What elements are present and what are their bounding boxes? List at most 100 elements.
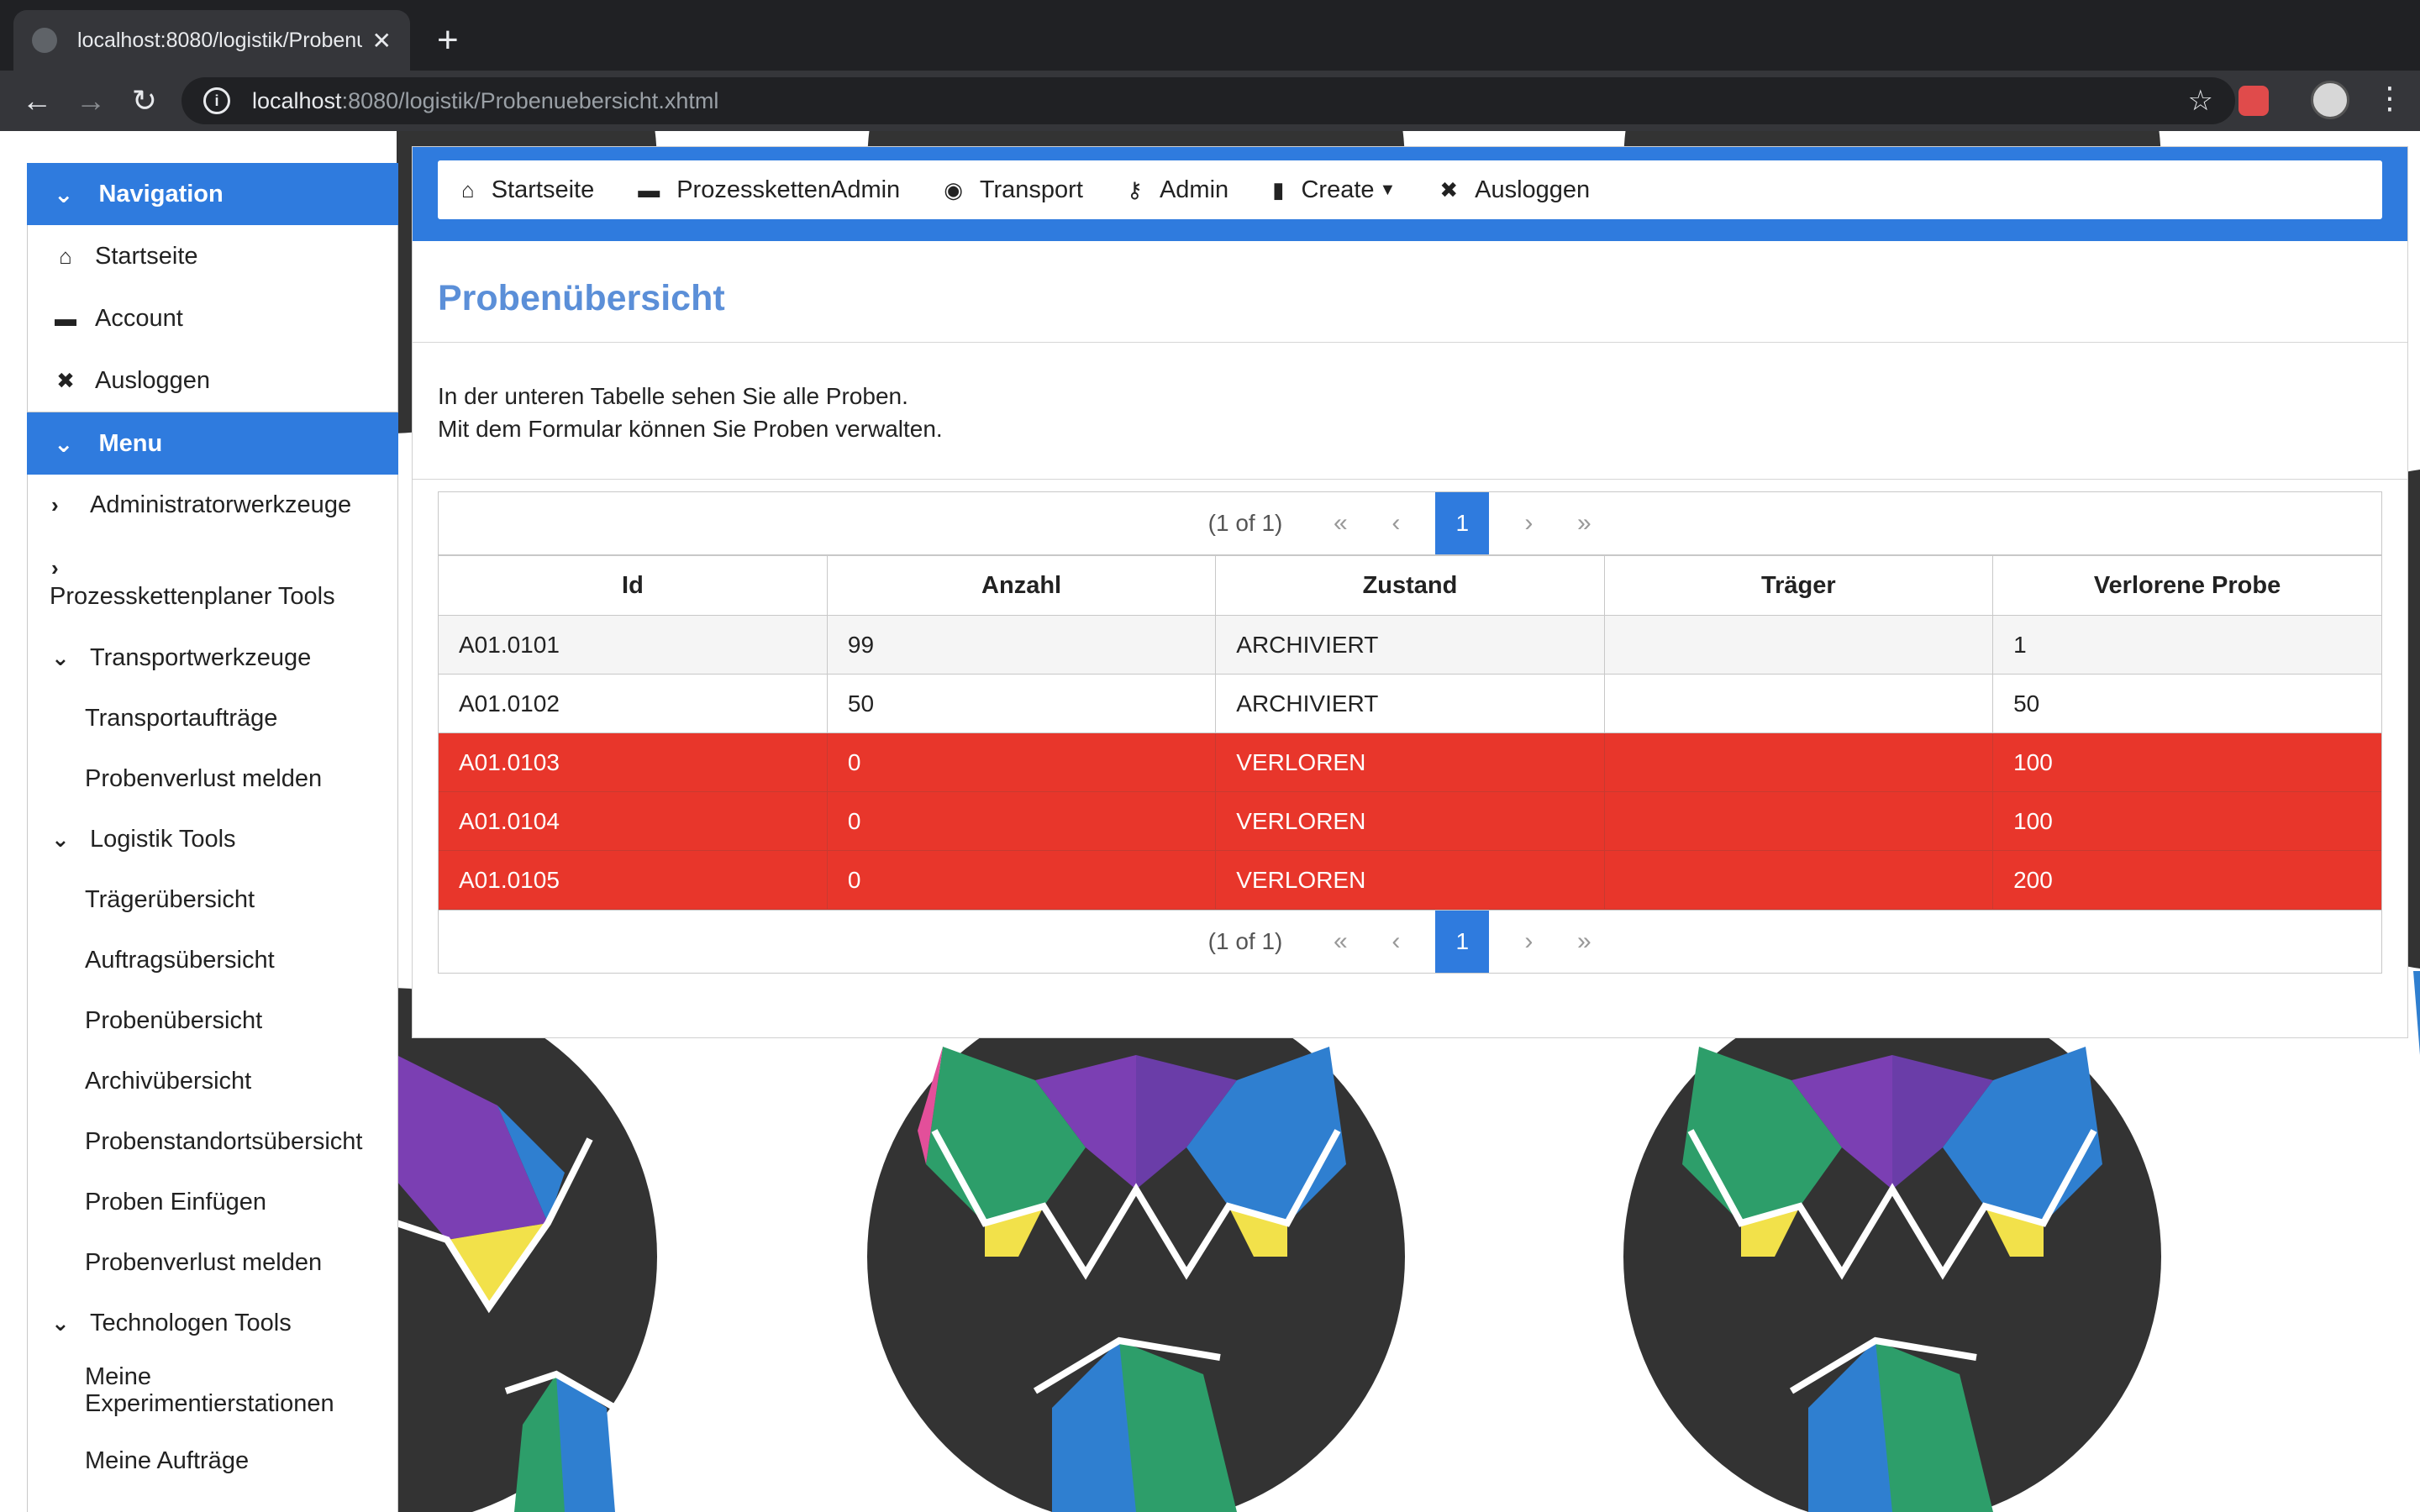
menu-item-proben-einfuegen[interactable]: Proben Einfügen (28, 1172, 397, 1232)
cell-anzahl: 50 (826, 674, 1217, 733)
table-row[interactable]: A01.0105 0 VERLOREN 200 (439, 850, 2381, 910)
topnav-prozesskettenadmin[interactable]: ▬ ProzesskettenAdmin (638, 176, 900, 204)
menu-item-auftragsuebersicht[interactable]: Auftragsübersicht (28, 930, 397, 990)
key-icon: ⚷ (1126, 176, 1143, 202)
previous-page-icon[interactable]: ‹ (1368, 927, 1423, 956)
topnav-label: Create (1301, 176, 1375, 203)
sidebar-item-label: Account (95, 304, 183, 332)
menu-item-traegeruebersicht[interactable]: Trägerübersicht (28, 869, 397, 930)
topnav-ausloggen[interactable]: ✖ Ausloggen (1439, 176, 1590, 204)
sidebar-item-label: Ausloggen (95, 366, 211, 394)
browser-tabbar: localhost:8080/logistik/Probenuebersicht… (0, 0, 2420, 71)
profile-avatar[interactable] (2311, 81, 2349, 119)
topnav-label: Ausloggen (1475, 176, 1591, 203)
topnav-transport[interactable]: ◉ Transport (944, 176, 1083, 204)
cell-verlorene-probe: 200 (1992, 850, 2381, 910)
table-row[interactable]: A01.0102 50 ARCHIVIERT 50 (439, 674, 2381, 733)
column-header-id[interactable]: Id (439, 555, 828, 616)
table-row[interactable]: A01.0104 0 VERLOREN 100 (439, 791, 2381, 851)
menu-item-meine-experimentierstationen[interactable]: Meine Experimentierstationen (28, 1353, 337, 1431)
briefcase-icon: ▬ (55, 305, 76, 331)
menu-item-transportauftraege[interactable]: Transportaufträge (28, 688, 397, 748)
home-icon: ⌂ (59, 243, 72, 269)
first-page-icon[interactable]: « (1313, 509, 1368, 538)
menu-group-prozess-tools[interactable]: › Prozesskettenplaner Tools (28, 535, 397, 627)
chevron-right-icon: › (51, 555, 59, 580)
table-header-row: Id Anzahl Zustand Träger Verlorene Probe (439, 555, 2381, 616)
browser-tab[interactable]: localhost:8080/logistik/Probenuebersicht… (13, 10, 410, 71)
file-icon: ▮ (1272, 176, 1285, 202)
sidebar-item-account[interactable]: ▬ Account (28, 287, 397, 349)
menu-list: › Administratorwerkzeuge › Prozessketten… (27, 475, 398, 1512)
navigation-panel-header[interactable]: ⌄ Navigation (27, 163, 398, 225)
next-page-icon[interactable]: › (1501, 927, 1556, 956)
menu-item-probenstandortsuebersicht[interactable]: Probenstandortsübersicht (28, 1111, 397, 1172)
home-icon: ⌂ (461, 176, 475, 202)
close-tab-icon[interactable]: ✕ (372, 27, 392, 55)
bookmark-star-icon[interactable]: ☆ (2188, 84, 2213, 118)
tab-title: localhost:8080/logistik/Probenuebersicht… (77, 28, 362, 52)
last-page-icon[interactable]: » (1556, 509, 1612, 538)
info-icon[interactable]: i (203, 87, 230, 114)
topnav-label: Admin (1159, 176, 1229, 203)
cell-id: A01.0105 (439, 850, 828, 910)
column-header-verlorene-probe[interactable]: Verlorene Probe (1992, 555, 2381, 616)
last-page-icon[interactable]: » (1556, 927, 1612, 956)
menu-item-probenverlust-melden[interactable]: Probenverlust melden (28, 1232, 397, 1293)
first-page-icon[interactable]: « (1313, 927, 1368, 956)
column-header-zustand[interactable]: Zustand (1215, 555, 1605, 616)
menu-item-probenverlust-melden[interactable]: Probenverlust melden (28, 748, 397, 809)
topnav-label: ProzesskettenAdmin (676, 176, 901, 203)
sidebar: ⌄ Navigation ⌂ Startseite ▬ Account ✖ Au… (27, 163, 398, 1512)
topnav-label: Startseite (491, 176, 595, 203)
page-button-current[interactable]: 1 (1435, 492, 1490, 554)
new-tab-button[interactable]: + (437, 15, 459, 66)
menu-group-label: Administratorwerkzeuge (90, 491, 352, 518)
menu-group-transport-tools[interactable]: ⌄ Transportwerkzeuge (28, 627, 397, 688)
sidebar-item-startseite[interactable]: ⌂ Startseite (28, 225, 397, 287)
menu-panel-header[interactable]: ⌄ Menu (27, 412, 398, 475)
menu-group-technologen-tools[interactable]: ⌄ Technologen Tools (28, 1293, 397, 1353)
chevron-right-icon: › (51, 491, 59, 517)
table-row[interactable]: A01.0103 0 VERLOREN 100 (439, 732, 2381, 792)
menu-group-admin-tools[interactable]: › Administratorwerkzeuge (28, 475, 397, 535)
menu-group-logistik-tools[interactable]: ⌄ Logistik Tools (28, 809, 397, 869)
close-icon: ✖ (1439, 176, 1459, 202)
menu-group-label: Transportwerkzeuge (90, 643, 312, 671)
main-panel: ⌂ Startseite ▬ ProzesskettenAdmin ◉ Tran… (412, 146, 2408, 1038)
cell-zustand: ARCHIVIERT (1215, 615, 1605, 675)
cell-id: A01.0104 (439, 791, 828, 851)
cell-verlorene-probe: 100 (1992, 732, 2381, 792)
description: In der unteren Tabelle sehen Sie alle Pr… (413, 343, 2407, 479)
browser-toolbar: ← → ↻ i localhost:8080/logistik/Probenue… (0, 71, 2420, 131)
chevron-down-icon: ⌄ (51, 644, 70, 670)
column-header-traeger[interactable]: Träger (1603, 555, 1994, 616)
address-bar[interactable]: i localhost:8080/logistik/Probenuebersic… (182, 77, 2235, 124)
chevron-down-icon: ⌄ (54, 430, 74, 457)
cell-traeger (1603, 850, 1994, 910)
previous-page-icon[interactable]: ‹ (1368, 509, 1423, 538)
more-menu-icon[interactable]: ⋮ (2375, 81, 2405, 116)
menu-group-label: Technologen Tools (90, 1309, 292, 1336)
top-navigation: ⌂ Startseite ▬ ProzesskettenAdmin ◉ Tran… (438, 160, 2382, 219)
menu-item-archivuebersicht[interactable]: Archivübersicht (28, 1051, 397, 1111)
menu-item-probenuebersicht[interactable]: Probenübersicht (28, 990, 397, 1051)
paginator-info: (1 of 1) (1207, 510, 1283, 536)
briefcase-icon: ▬ (638, 176, 660, 202)
page-button-current[interactable]: 1 (1435, 911, 1490, 973)
back-icon[interactable]: ← (15, 79, 59, 123)
cell-verlorene-probe: 100 (1992, 791, 2381, 851)
table-row[interactable]: A01.0101 99 ARCHIVIERT 1 (439, 615, 2381, 675)
menu-item-meine-auftraege[interactable]: Meine Aufträge (28, 1431, 397, 1491)
next-page-icon[interactable]: › (1501, 509, 1556, 538)
sidebar-item-ausloggen[interactable]: ✖ Ausloggen (28, 349, 397, 412)
column-header-anzahl[interactable]: Anzahl (826, 555, 1217, 616)
forward-icon[interactable]: → (69, 79, 113, 123)
extension-icon[interactable] (2238, 86, 2269, 116)
topnav-startseite[interactable]: ⌂ Startseite (461, 176, 594, 204)
topnav-create-dropdown[interactable]: ▮ Create ▼ (1272, 176, 1396, 204)
reload-icon[interactable]: ↻ (123, 79, 166, 123)
topnav-admin[interactable]: ⚷ Admin (1127, 176, 1228, 204)
cell-id: A01.0101 (439, 615, 828, 675)
sidebar-item-label: Startseite (95, 242, 198, 270)
